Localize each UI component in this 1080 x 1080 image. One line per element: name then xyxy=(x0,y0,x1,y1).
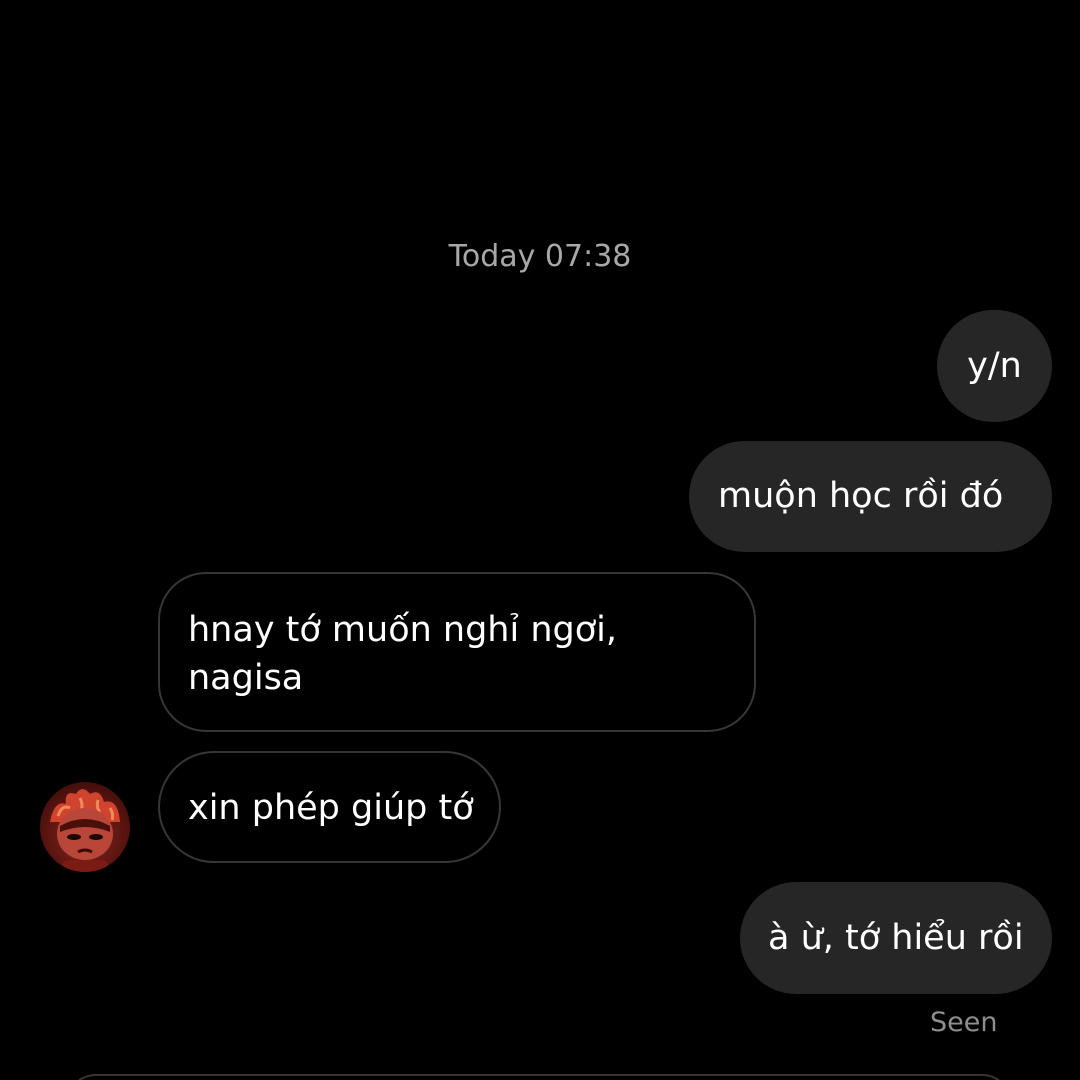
outgoing-message[interactable]: à ừ, tớ hiểu rồi xyxy=(740,882,1052,994)
message-timestamp: Today 07:38 xyxy=(448,239,632,274)
profile-avatar-icon xyxy=(50,789,120,872)
read-receipt: Seen xyxy=(930,1007,998,1038)
incoming-message[interactable]: xin phép giúp tớ xyxy=(158,751,501,863)
outgoing-message[interactable]: muộn học rồi đó xyxy=(689,441,1052,552)
chat-screen: Today 07:38 y/n muộn học rồi đó hnay tớ … xyxy=(0,0,1080,1080)
incoming-message[interactable]: hnay tớ muốn nghỉ ngơi, nagisa xyxy=(158,572,756,732)
outgoing-message[interactable]: y/n xyxy=(937,310,1052,422)
message-composer[interactable] xyxy=(66,1074,1012,1080)
contact-avatar[interactable] xyxy=(40,782,130,872)
